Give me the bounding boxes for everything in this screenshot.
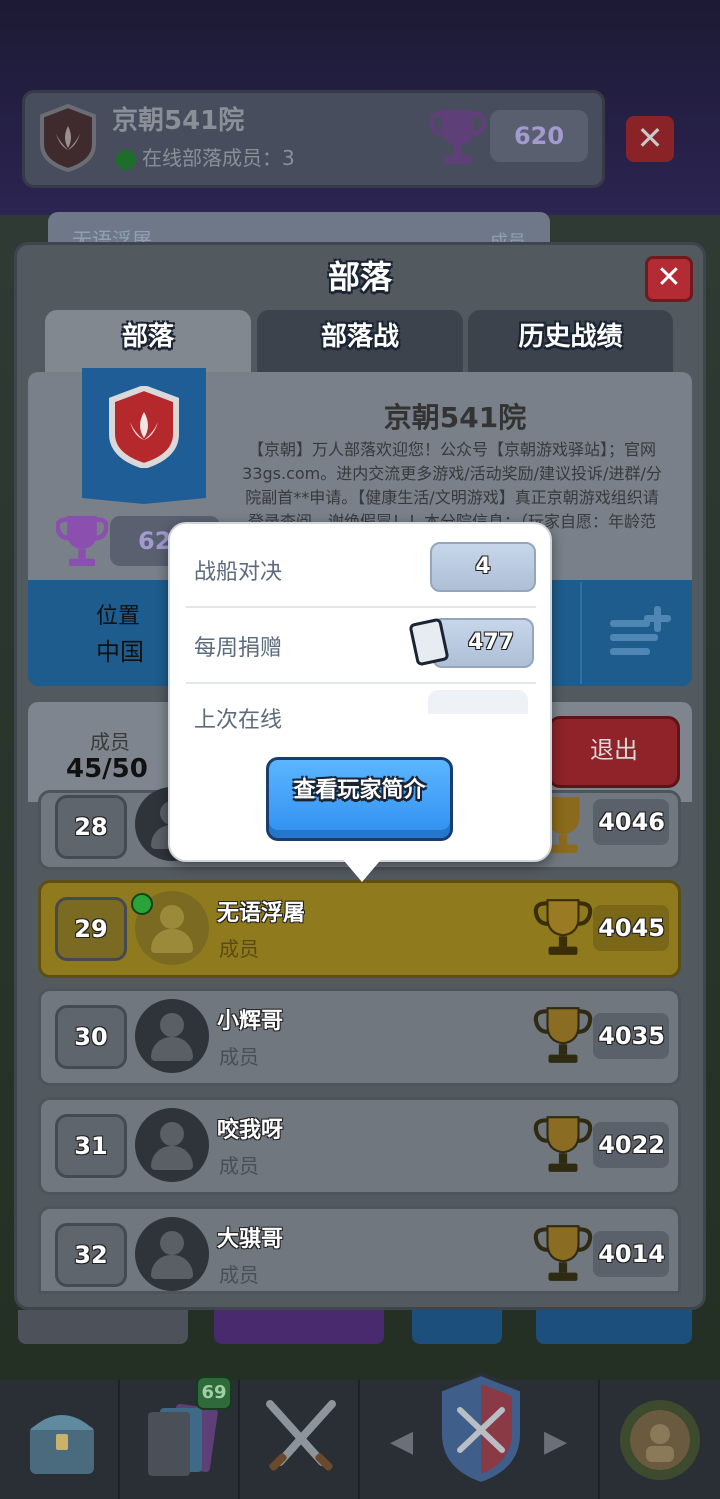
popup-pointer bbox=[340, 856, 384, 882]
member-trophies: 4045 bbox=[593, 905, 669, 951]
online-members: 在线部落成员：3 bbox=[116, 142, 295, 171]
member-trophies: 4022 bbox=[593, 1122, 669, 1168]
member-rank: 28 bbox=[55, 795, 127, 859]
chevron-right-icon[interactable]: ▶ bbox=[544, 1424, 567, 1459]
member-role: 成员 bbox=[219, 1045, 259, 1069]
close-button[interactable]: ✕ bbox=[645, 256, 693, 302]
donation-label: 每周捐赠 bbox=[194, 636, 283, 661]
divider bbox=[186, 606, 536, 608]
tab-clan-war[interactable]: 部落战 bbox=[257, 310, 463, 378]
table-row[interactable]: 32 大骐哥 成员 4014 bbox=[38, 1206, 681, 1294]
clan-summary-name: 京朝541院 bbox=[112, 106, 245, 136]
member-rank: 29 bbox=[55, 897, 127, 961]
trophy-icon bbox=[430, 110, 486, 164]
strip-button bbox=[18, 1310, 188, 1344]
avatar bbox=[135, 1108, 209, 1182]
chest-icon bbox=[30, 1415, 94, 1474]
member-role: 成员 bbox=[219, 1154, 259, 1178]
cards-badge: 69 bbox=[196, 1376, 232, 1410]
member-trophies: 4035 bbox=[593, 1013, 669, 1059]
member-name: 大骐哥 bbox=[217, 1227, 284, 1252]
clan-summary-score: 620 bbox=[490, 110, 588, 162]
avatar bbox=[135, 1217, 209, 1291]
battle-value: 4 bbox=[430, 542, 536, 592]
members-count: 45/50 bbox=[66, 754, 148, 784]
strip-button bbox=[536, 1310, 692, 1344]
menu-add-icon[interactable] bbox=[606, 602, 676, 658]
table-row[interactable]: 30 小辉哥 成员 4035 bbox=[38, 988, 681, 1086]
clan-badge-icon bbox=[40, 104, 96, 172]
members-label: 成员 bbox=[90, 730, 130, 754]
nav-shop[interactable] bbox=[0, 1380, 120, 1499]
member-name: 小辉哥 bbox=[217, 1009, 284, 1034]
clan-name: 京朝541院 bbox=[383, 401, 527, 434]
trophy-icon bbox=[533, 1225, 593, 1281]
crossed-swords-icon bbox=[266, 1400, 336, 1471]
card-icon bbox=[409, 618, 449, 666]
table-row[interactable]: 31 咬我呀 成员 4022 bbox=[38, 1097, 681, 1195]
trophy-icon bbox=[56, 515, 108, 566]
trophy-icon bbox=[533, 1007, 593, 1063]
member-role: 成员 bbox=[219, 937, 259, 961]
online-count: 3 bbox=[282, 146, 295, 170]
trophy-icon bbox=[533, 1116, 593, 1172]
member-role: 成员 bbox=[219, 1263, 259, 1287]
location-value: 中国 bbox=[96, 638, 144, 666]
clan-tab-badge-icon bbox=[438, 1371, 524, 1487]
table-row[interactable]: 29 无语浮屠 成员 4045 bbox=[38, 880, 681, 978]
avatar bbox=[135, 999, 209, 1073]
member-trophies: 4014 bbox=[593, 1231, 669, 1277]
close-icon: ✕ bbox=[626, 116, 674, 162]
view-profile-button[interactable]: 查看玩家简介 bbox=[266, 757, 453, 841]
nav-battle[interactable] bbox=[240, 1380, 360, 1499]
last-online-value bbox=[428, 690, 528, 714]
chevron-left-icon[interactable]: ◀ bbox=[390, 1424, 413, 1459]
member-name: 无语浮屠 bbox=[217, 901, 306, 926]
tab-history[interactable]: 历史战绩 bbox=[468, 310, 673, 378]
strip-button bbox=[412, 1310, 502, 1344]
last-online-label: 上次在线 bbox=[194, 708, 283, 733]
online-dot-icon bbox=[116, 149, 136, 170]
nav-clan[interactable]: ◀ ▶ bbox=[360, 1371, 600, 1499]
panel-title: 部落 bbox=[327, 258, 392, 296]
online-status-icon bbox=[131, 893, 153, 915]
member-trophies: 4046 bbox=[593, 799, 669, 845]
trophy-icon bbox=[533, 899, 593, 955]
clan-badge-icon bbox=[109, 386, 179, 468]
divider bbox=[580, 582, 582, 684]
banner-tail bbox=[82, 490, 206, 504]
nav-events[interactable] bbox=[600, 1380, 720, 1499]
cards-icon bbox=[148, 1403, 218, 1476]
member-rank: 31 bbox=[55, 1114, 127, 1178]
online-label: 在线部落成员： bbox=[142, 146, 282, 170]
strip-button bbox=[214, 1310, 384, 1344]
divider bbox=[186, 682, 536, 684]
member-rank: 30 bbox=[55, 1005, 127, 1069]
laurel-badge-icon bbox=[620, 1400, 700, 1480]
leave-button[interactable]: 退出 bbox=[548, 716, 680, 788]
location-label: 位置 bbox=[96, 604, 141, 629]
member-rank: 32 bbox=[55, 1223, 127, 1287]
member-name: 咬我呀 bbox=[217, 1118, 284, 1143]
battle-label: 战船对决 bbox=[194, 560, 283, 585]
